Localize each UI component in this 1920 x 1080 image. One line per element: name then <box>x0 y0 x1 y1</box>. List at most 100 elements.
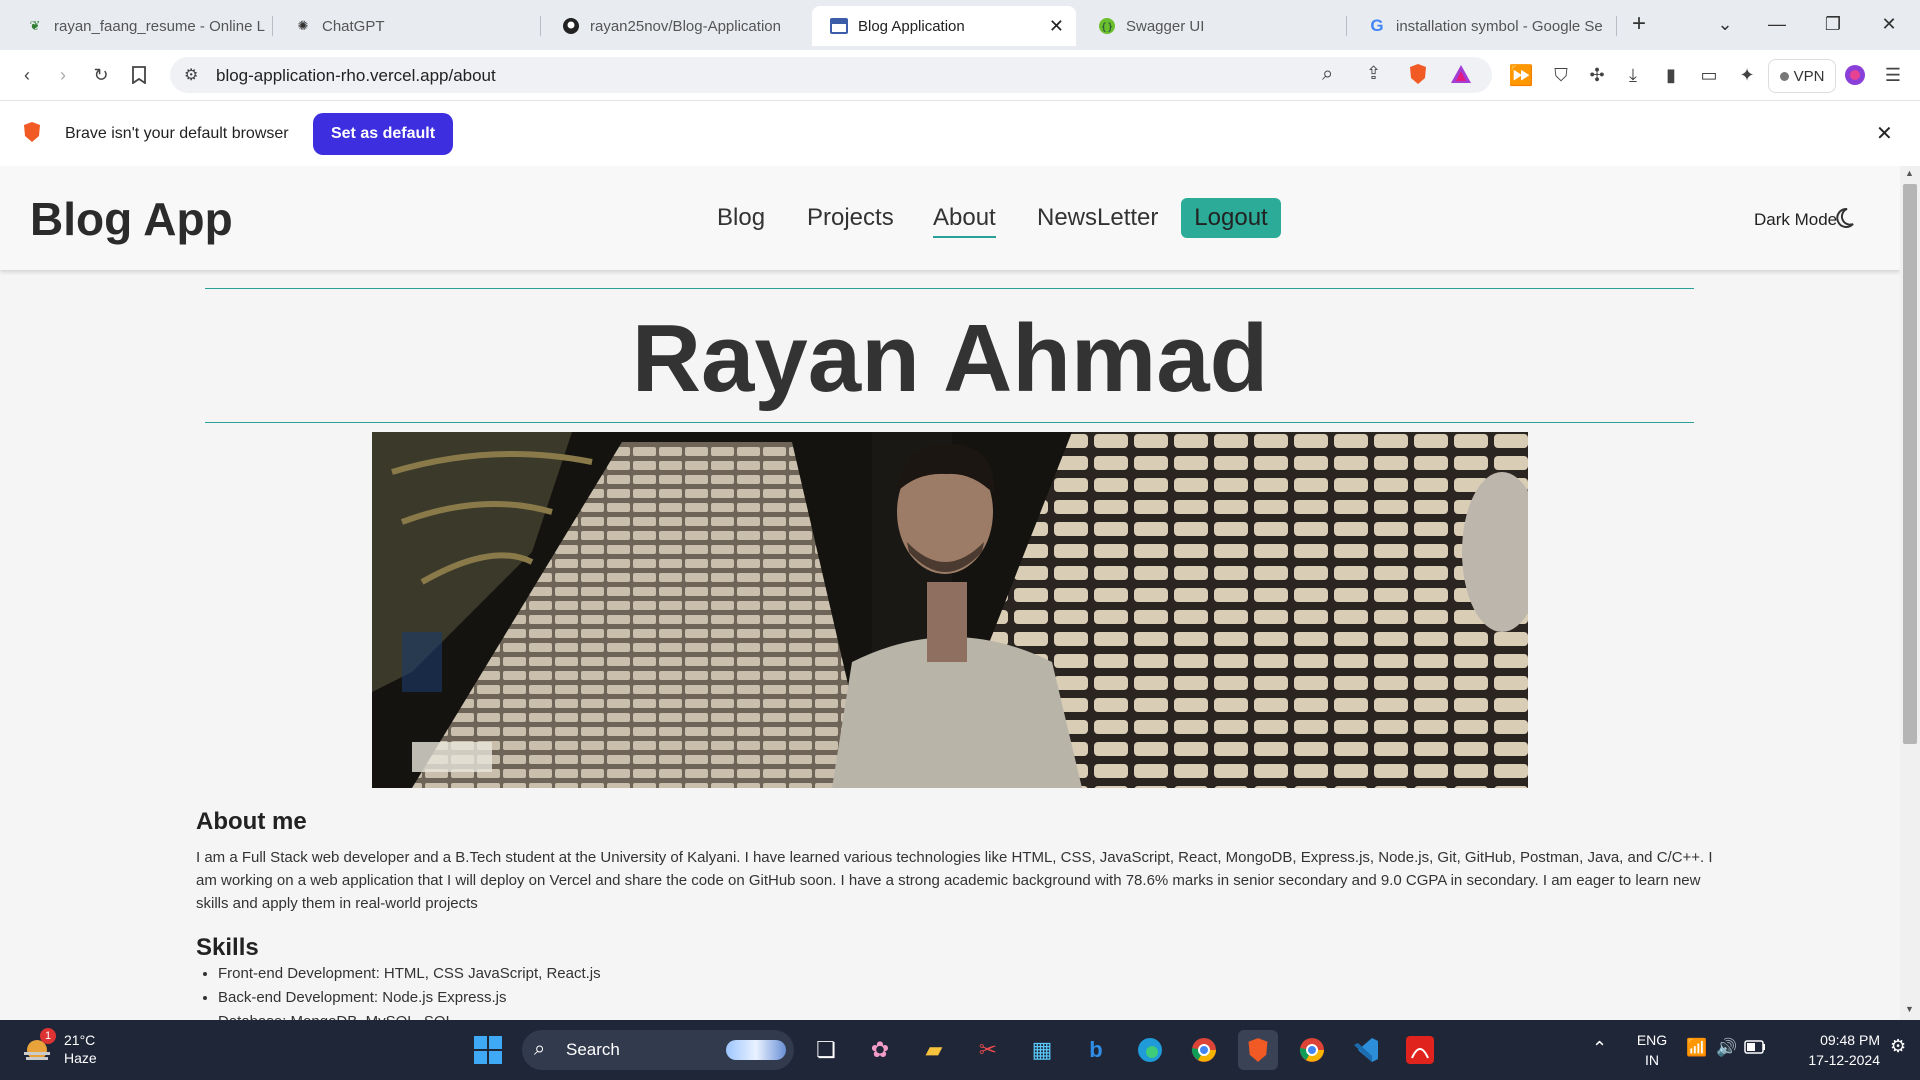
extensions-icon[interactable]: ✣ <box>1584 62 1610 88</box>
scroll-down-icon[interactable]: ▼ <box>1905 1004 1914 1014</box>
shield-icon[interactable]: ⛉ <box>1548 62 1574 88</box>
new-tab-icon[interactable]: + <box>1616 6 1662 42</box>
nav-blog[interactable]: Blog <box>717 204 765 232</box>
clock[interactable]: 09:48 PM 17-12-2024 <box>1780 1030 1880 1070</box>
tab-separator <box>272 16 273 36</box>
tab-strip: ❦ rayan_faang_resume - Online L ✺ ChatGP… <box>0 0 1920 50</box>
bookmark-icon[interactable] <box>126 62 152 88</box>
back-icon[interactable]: ‹ <box>14 62 40 88</box>
store-icon[interactable]: ▦ <box>1022 1030 1062 1070</box>
profile-avatar[interactable] <box>1842 62 1868 88</box>
moon-icon[interactable] <box>1832 206 1856 235</box>
tab-blog-application[interactable]: Blog Application ✕ <box>812 6 1076 46</box>
sidebar-icon[interactable]: ▮ <box>1658 62 1684 88</box>
brave-shields-icon[interactable] <box>1408 63 1428 90</box>
about-paragraph: I am a Full Stack web developer and a B.… <box>196 849 1713 912</box>
tab-swagger[interactable]: {} Swagger UI <box>1080 6 1340 46</box>
weather-widget[interactable]: 1 21°C Haze <box>18 1028 138 1072</box>
url-text[interactable]: blog-application-rho.vercel.app/about <box>216 66 496 86</box>
profile-photo <box>372 432 1528 788</box>
copilot-icon[interactable]: ✿ <box>860 1030 900 1070</box>
snipping-tool-icon[interactable]: ✂ <box>968 1030 1008 1070</box>
battery-icon[interactable] <box>1744 1040 1766 1059</box>
tab-separator <box>1346 16 1347 36</box>
google-icon: G <box>1370 16 1384 35</box>
weather-temp: 21°C <box>64 1032 96 1048</box>
site-brand[interactable]: Blog App <box>30 192 233 246</box>
minimize-icon[interactable]: — <box>1754 6 1800 42</box>
dark-mode-label[interactable]: Dark Mode <box>1754 210 1837 230</box>
brave-logo-icon <box>22 121 42 148</box>
close-window-icon[interactable]: ✕ <box>1866 6 1912 42</box>
nav-projects[interactable]: Projects <box>807 204 894 232</box>
leo-ai-icon[interactable]: ✦ <box>1734 62 1760 88</box>
tab-chatgpt[interactable]: ✺ ChatGPT <box>276 6 536 46</box>
tab-separator <box>540 16 541 36</box>
github-icon <box>562 17 580 35</box>
browser-toolbar: ‹ › ↻ ⚙ blog-application-rho.vercel.app/… <box>0 50 1920 100</box>
task-view-icon[interactable]: ❏ <box>806 1030 846 1070</box>
restore-icon[interactable]: ❐ <box>1810 6 1856 42</box>
search-label: Search <box>566 1040 620 1059</box>
wifi-icon[interactable]: 📶 <box>1686 1038 1707 1058</box>
search-highlight-icon <box>726 1040 786 1060</box>
brave-rewards-icon[interactable] <box>1450 64 1472 89</box>
language-indicator[interactable]: ENG IN <box>1634 1030 1670 1070</box>
swagger-icon: {} <box>1098 17 1116 35</box>
tab-github[interactable]: rayan25nov/Blog-Application <box>544 6 804 46</box>
menu-icon[interactable]: ☰ <box>1880 62 1906 88</box>
skills-list: Front-end Development: HTML, CSS JavaScr… <box>196 962 601 1020</box>
vscode-icon[interactable] <box>1346 1030 1386 1070</box>
nav-newsletter[interactable]: NewsLetter <box>1037 204 1158 232</box>
file-explorer-icon[interactable]: ▰ <box>914 1030 954 1070</box>
volume-icon[interactable]: 🔊 <box>1716 1038 1737 1058</box>
notification-icon[interactable]: ⚙ <box>1890 1036 1906 1057</box>
weather-badge: 1 <box>40 1028 56 1044</box>
chrome-icon[interactable] <box>1184 1030 1224 1070</box>
close-banner-icon[interactable]: ✕ <box>1876 121 1893 146</box>
brave-taskbar-icon[interactable] <box>1238 1030 1278 1070</box>
wallet-icon[interactable]: ▭ <box>1696 62 1722 88</box>
vpn-status-icon <box>1779 71 1789 81</box>
search-icon: ⌕ <box>534 1038 546 1060</box>
windows-taskbar: 1 21°C Haze ⌕ Search ❏ ✿ ▰ ✂ ▦ b ⌃ ENG I… <box>0 1020 1920 1080</box>
tab-search-chevron-icon[interactable]: ⌄ <box>1702 6 1748 42</box>
media-forward-icon[interactable]: ⏩ <box>1508 62 1534 88</box>
taskbar-search[interactable]: ⌕ Search <box>522 1030 794 1070</box>
zoom-icon[interactable]: ⌕ <box>1322 63 1333 86</box>
tab-google[interactable]: G installation symbol - Google Se <box>1350 6 1615 46</box>
divider-bottom <box>205 422 1694 423</box>
skills-heading: Skills <box>196 934 259 961</box>
close-tab-icon[interactable]: ✕ <box>1049 16 1064 37</box>
site-info-icon[interactable]: ⚙ <box>184 65 198 85</box>
edge-icon[interactable] <box>1130 1030 1170 1070</box>
web-page: Blog App Blog Projects About NewsLetter … <box>0 166 1900 1020</box>
svg-text:{}: {} <box>1101 22 1114 33</box>
bing-icon[interactable]: b <box>1076 1030 1116 1070</box>
tray-chevron-icon[interactable]: ⌃ <box>1592 1038 1607 1059</box>
vpn-button[interactable]: VPN <box>1768 59 1836 93</box>
forward-icon[interactable]: › <box>50 62 76 88</box>
share-icon[interactable]: ⇪ <box>1366 63 1381 84</box>
about-heading: About me <box>196 808 307 835</box>
set-as-default-button[interactable]: Set as default <box>313 113 453 155</box>
logout-button[interactable]: Logout <box>1181 198 1281 238</box>
scroll-up-icon[interactable]: ▲ <box>1905 168 1914 178</box>
scrollbar-thumb[interactable] <box>1903 184 1917 744</box>
downloads-icon[interactable]: ⤓ <box>1620 62 1646 88</box>
address-bar[interactable]: ⚙ blog-application-rho.vercel.app/about … <box>170 57 1492 93</box>
nav-about[interactable]: About <box>933 204 996 238</box>
weather-desc: Haze <box>64 1050 97 1066</box>
chrome-profile-icon[interactable] <box>1292 1030 1332 1070</box>
page-scrollbar[interactable]: ▲ ▼ <box>1900 166 1920 1020</box>
blog-icon <box>830 17 848 35</box>
skill-item: Back-end Development: Node.js Express.js <box>218 986 601 1010</box>
overleaf-icon: ❦ <box>29 18 41 33</box>
banner-text: Brave isn't your default browser <box>65 125 289 142</box>
chatgpt-icon: ✺ <box>297 18 309 33</box>
divider-top <box>205 288 1694 289</box>
acrobat-icon[interactable] <box>1400 1030 1440 1070</box>
tab-resume[interactable]: ❦ rayan_faang_resume - Online L <box>8 6 268 46</box>
reload-icon[interactable]: ↻ <box>88 62 114 88</box>
start-windows-icon[interactable] <box>468 1030 508 1070</box>
